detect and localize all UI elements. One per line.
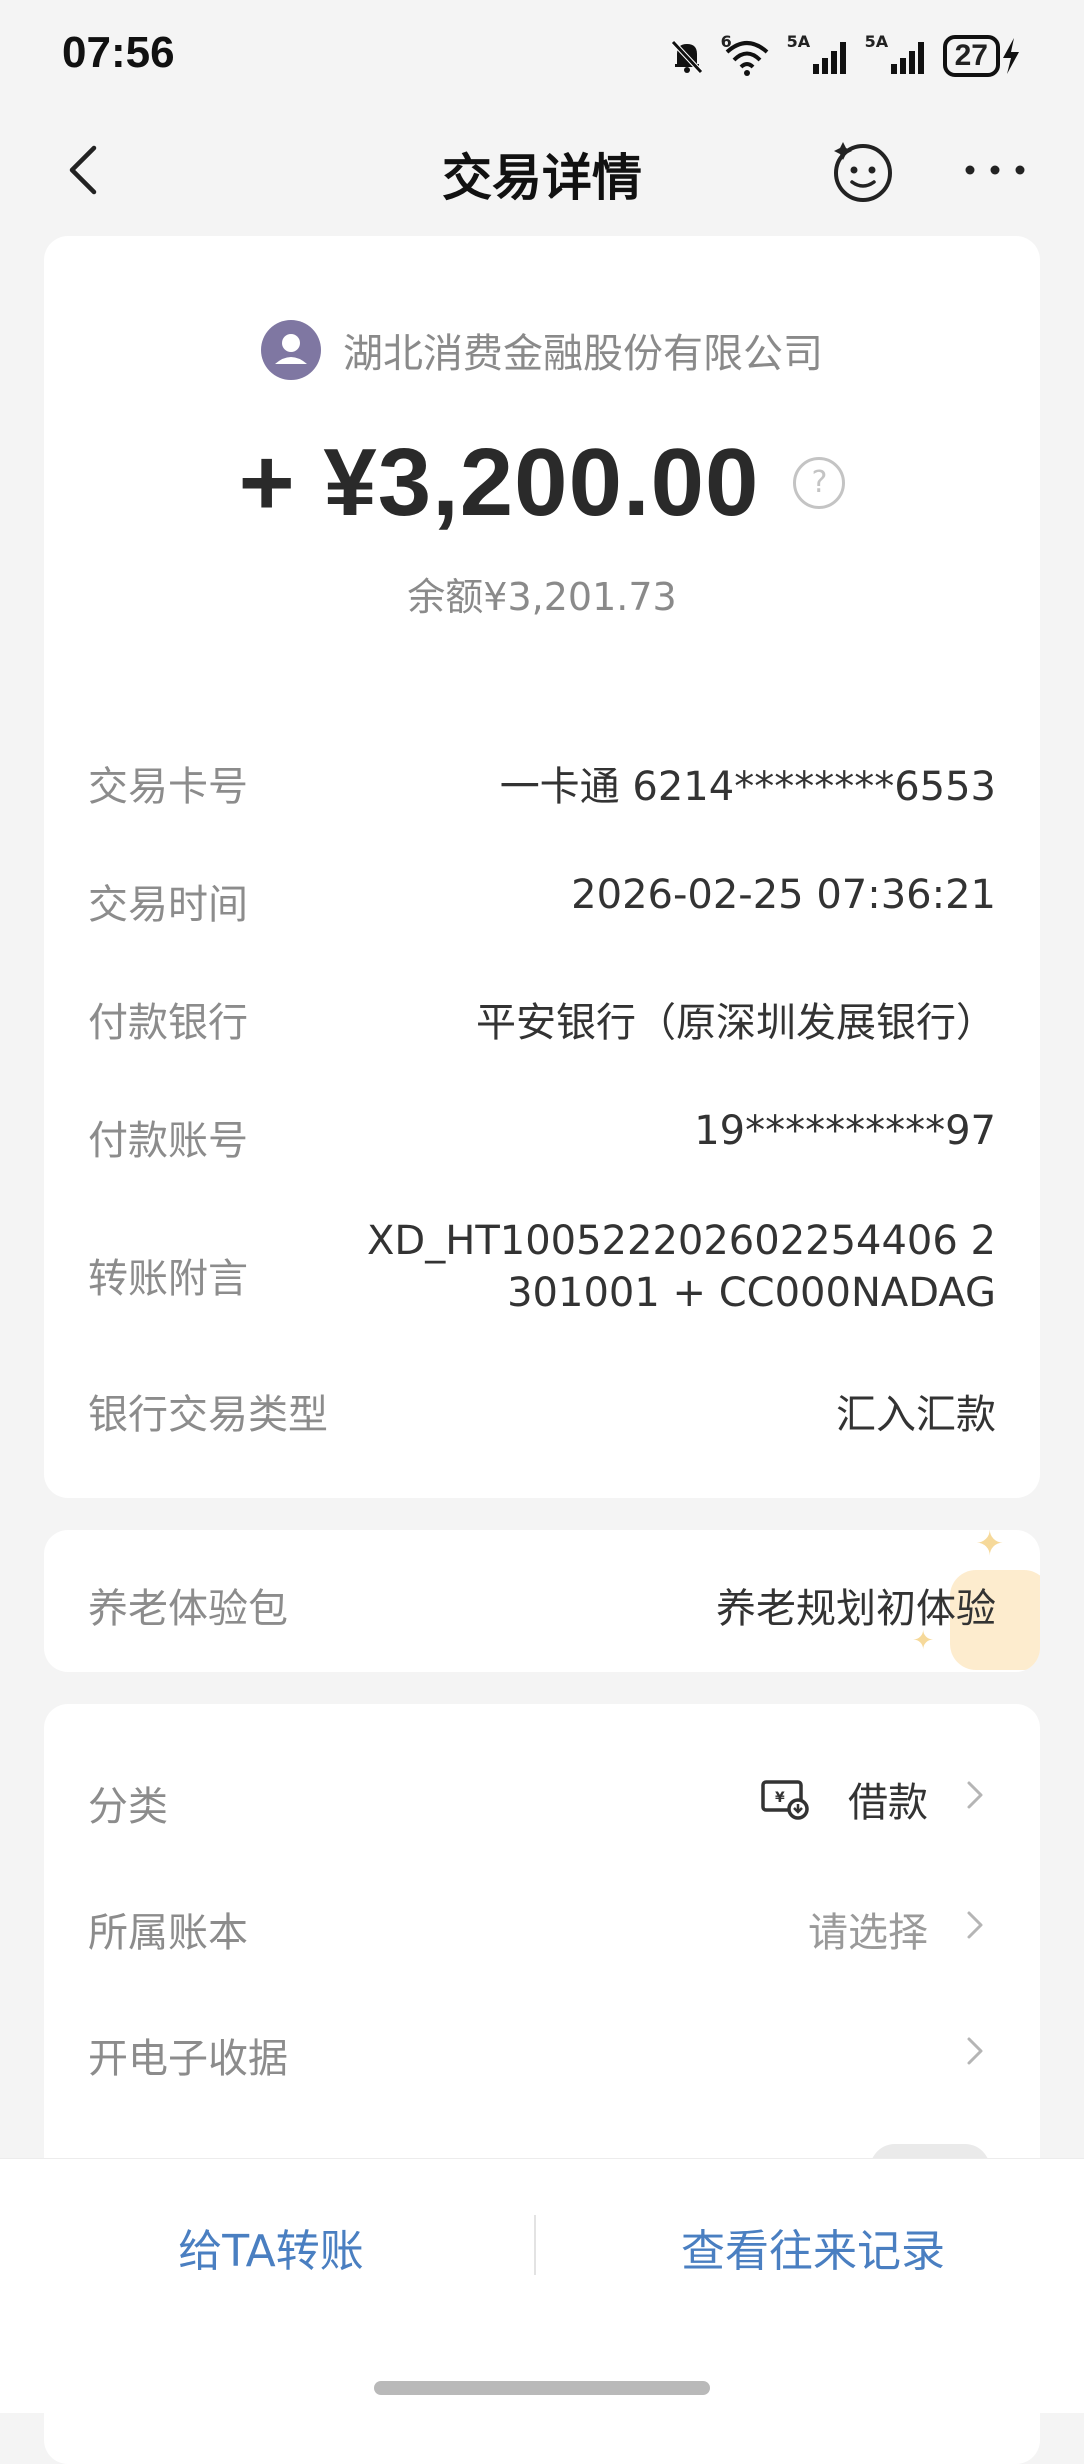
payer-account-label: 付款账号	[88, 1118, 248, 1164]
transaction-type-label: 银行交易类型	[88, 1392, 328, 1438]
status-time: 07:56	[62, 28, 175, 77]
bottom-bar: 给TA转账 查看往来记录	[0, 2158, 1084, 2413]
history-button[interactable]: 查看往来记录	[542, 2215, 1084, 2279]
payer-bank-label: 付款银行	[88, 1000, 248, 1046]
help-icon[interactable]: ?	[793, 457, 846, 509]
face-service-button[interactable]	[830, 138, 896, 204]
balance: 余额¥3,201.73	[407, 575, 677, 619]
receipt-label: 开电子收据	[88, 2036, 288, 2082]
account-book-label: 所属账本	[88, 1910, 248, 1956]
time-label: 交易时间	[88, 882, 248, 928]
battery-level: 27	[942, 35, 1000, 77]
loan-icon: ¥	[761, 1780, 809, 1820]
more-button[interactable]	[960, 150, 1030, 190]
pension-value: 养老规划初体验	[716, 1586, 996, 1632]
home-indicator[interactable]	[374, 2381, 710, 2395]
pension-card[interactable]: ✦ ✦ 养老体验包 养老规划初体验	[44, 1530, 1040, 1672]
back-button[interactable]	[56, 140, 116, 200]
account-book-value: 请选择	[808, 1910, 928, 1956]
smiley-face-icon	[834, 142, 892, 202]
amount-row: + ¥3,200.00 ?	[44, 428, 1040, 538]
signal-icon: 5A	[787, 34, 851, 78]
category-label: 分类	[88, 1784, 168, 1830]
transaction-type-value: 汇入汇款	[836, 1392, 996, 1438]
payer-row: 湖北消费金融股份有限公司	[44, 320, 1040, 380]
pension-label: 养老体验包	[88, 1586, 288, 1632]
chevron-right-icon	[967, 2037, 983, 2065]
nav-bar: 交易详情	[0, 110, 1084, 230]
category-row[interactable]: 分类 ¥ 借款	[44, 1744, 1040, 1854]
memo-value-line2: 301001 + CC000NADAG	[507, 1270, 996, 1316]
page-title: 交易详情	[442, 149, 642, 207]
battery-icon: 27	[942, 35, 1022, 77]
sparkle-icon: ✦	[975, 1530, 1005, 1564]
status-bar: 07:56 6 5A 5A 27	[0, 0, 1084, 110]
transfer-button[interactable]: 给TA转账	[0, 2215, 542, 2279]
wifi-icon: 6	[721, 34, 773, 78]
category-value: 借款	[848, 1780, 928, 1826]
payer-account-value: 19**********97	[694, 1108, 996, 1154]
payer-name: 湖北消费金融股份有限公司	[343, 331, 823, 377]
amount: + ¥3,200.00	[238, 429, 760, 536]
charging-icon	[1003, 38, 1019, 74]
card-number-label: 交易卡号	[88, 764, 248, 810]
status-icons: 6 5A 5A 27	[667, 28, 1022, 84]
more-dots-icon	[965, 165, 1025, 175]
payer-bank-value: 平安银行（原深圳发展银行）	[476, 1000, 996, 1046]
card-number-value: 一卡通 6214********6553	[499, 764, 996, 810]
memo-value-line1: XD_HT100522202602254406 2	[367, 1218, 996, 1264]
receipt-row[interactable]: 开电子收据	[44, 1996, 1040, 2106]
time-value: 2026-02-25 07:36:21	[571, 872, 996, 918]
account-book-row[interactable]: 所属账本 请选择	[44, 1870, 1040, 1980]
transaction-card: 湖北消费金融股份有限公司 + ¥3,200.00 ? 余额¥3,201.73 交…	[44, 236, 1040, 1498]
svg-text:¥: ¥	[775, 1790, 785, 1806]
avatar	[261, 320, 321, 380]
chevron-right-icon	[967, 1781, 983, 1809]
person-icon	[275, 334, 307, 364]
chevron-right-icon	[967, 1911, 983, 1939]
bell-muted-icon	[670, 40, 703, 74]
chevron-left-icon	[69, 145, 97, 195]
bottom-divider	[534, 2215, 536, 2275]
memo-label: 转账附言	[88, 1256, 248, 1302]
signal-icon: 5A	[865, 34, 929, 78]
